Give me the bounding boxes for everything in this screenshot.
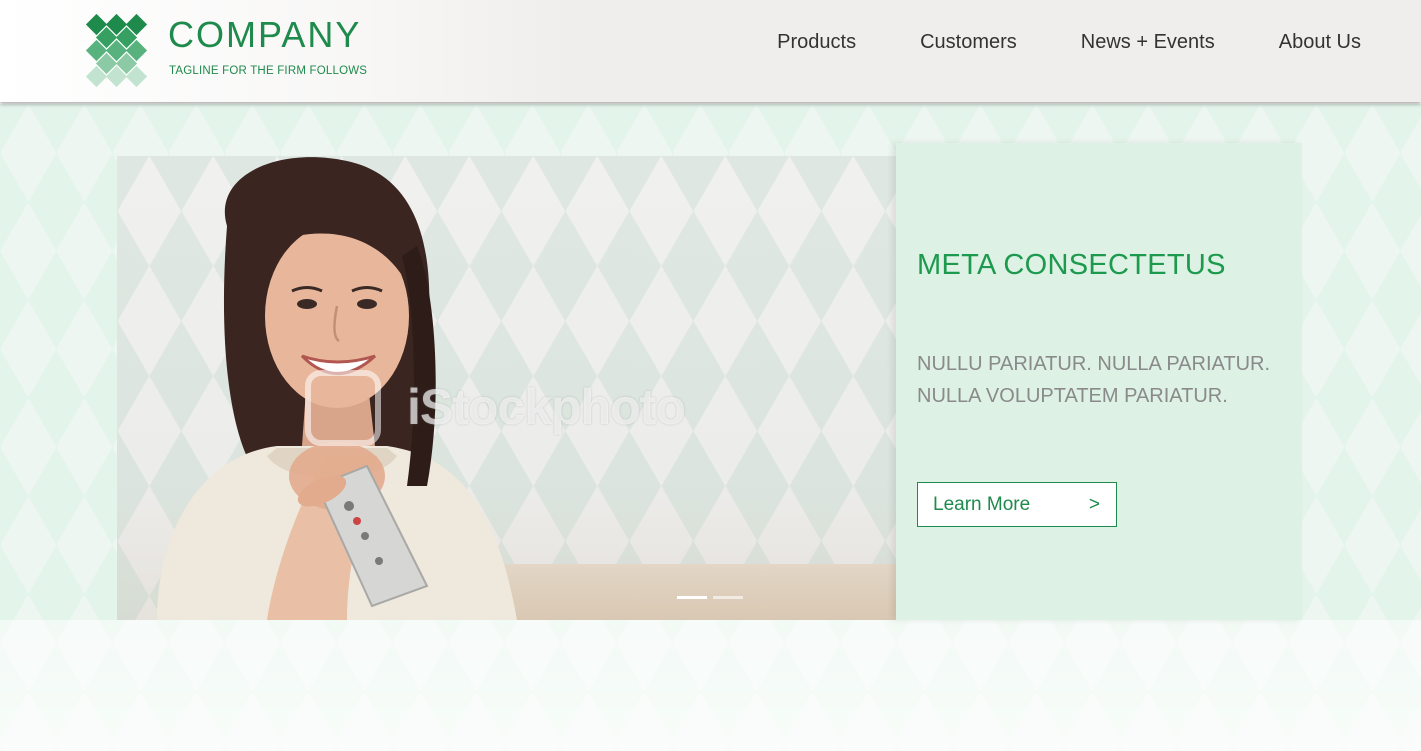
hero-slide-image[interactable]: iStockphoto xyxy=(117,156,896,620)
main-navigation: Products Customers News + Events About U… xyxy=(777,31,1361,54)
nav-news-events[interactable]: News + Events xyxy=(1081,31,1215,54)
hero-body-text: NULLU PARIATUR. NULLA PARIATUR. NULLA VO… xyxy=(917,353,1271,407)
company-name: COMPANY xyxy=(168,14,362,55)
company-logo[interactable]: COMPANY TAGLINE FOR THE FIRM FOLLOWS xyxy=(85,13,386,89)
nav-products[interactable]: Products xyxy=(777,31,856,54)
company-tagline: TAGLINE FOR THE FIRM FOLLOWS xyxy=(169,65,368,77)
hero-title: META CONSECTETUS xyxy=(917,249,1226,281)
nav-customers[interactable]: Customers xyxy=(920,31,1017,54)
learn-more-label: Learn More xyxy=(933,494,1031,515)
hero-content-panel: META CONSECTETUS NULLU PARIATUR. NULLA P… xyxy=(896,143,1302,620)
nav-about-us[interactable]: About Us xyxy=(1279,31,1361,54)
chevron-right-icon: > xyxy=(1088,494,1100,515)
learn-more-button[interactable]: Learn More > xyxy=(917,482,1117,527)
site-header: COMPANY TAGLINE FOR THE FIRM FOLLOWS Pro… xyxy=(0,0,1421,102)
stock-watermark-text: iStockphoto xyxy=(407,379,686,435)
slide-indicators xyxy=(677,596,743,599)
slide-dot-1[interactable] xyxy=(677,596,707,599)
background-fade xyxy=(0,620,1421,751)
slide-dot-2[interactable] xyxy=(713,596,743,599)
diamond-logo-icon xyxy=(85,13,150,88)
stock-watermark-icon xyxy=(305,370,381,446)
